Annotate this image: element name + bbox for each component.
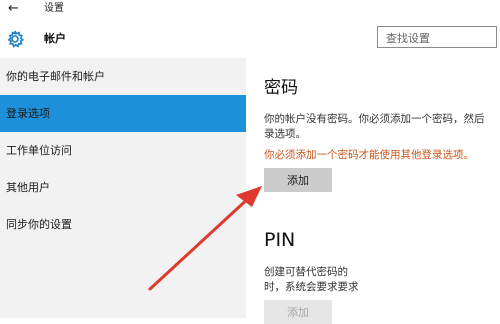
sidebar-item-other-users[interactable]: 其他用户	[0, 169, 246, 206]
sidebar: 你的电子邮件和帐户 登录选项 工作单位访问 其他用户 同步你的设置	[0, 58, 246, 318]
sidebar-item-sign-in-options[interactable]: 登录选项	[0, 95, 246, 132]
password-warning: 你必须添加一个密码才能使用其他登录选项。	[264, 149, 474, 161]
password-description-line1: 你的帐户没有密码。你必须添加一个密码，然后	[264, 113, 485, 125]
title-bar	[0, 0, 500, 20]
sidebar-item-work-access[interactable]: 工作单位访问	[0, 132, 246, 169]
password-description-line2: 录选项。	[264, 128, 306, 140]
sidebar-item-sync-settings[interactable]: 同步你的设置	[0, 206, 246, 243]
app-title: 设置	[44, 3, 64, 14]
sidebar-item-label: 其他用户	[6, 181, 50, 194]
sidebar-item-label: 你的电子邮件和帐户	[6, 70, 105, 83]
search-box[interactable]	[377, 26, 498, 48]
add-password-button[interactable]: 添加	[264, 168, 332, 192]
add-pin-button[interactable]: 添加	[264, 300, 332, 324]
sidebar-item-label: 登录选项	[6, 107, 50, 120]
gear-icon	[5, 29, 25, 49]
sidebar-item-label: 工作单位访问	[6, 144, 72, 157]
search-input[interactable]	[378, 29, 498, 48]
sidebar-item-label: 同步你的设置	[6, 218, 72, 231]
password-heading: 密码	[264, 78, 298, 98]
page-title: 帐户	[44, 32, 66, 45]
pin-description-line1: 创建可替代密码的	[264, 266, 348, 278]
sidebar-item-email-accounts[interactable]: 你的电子邮件和帐户	[0, 58, 246, 95]
pin-description-line2: 时，系统会要求要求	[264, 281, 359, 293]
pin-heading: PIN	[264, 229, 296, 251]
back-arrow-icon[interactable]: ←	[8, 2, 19, 16]
